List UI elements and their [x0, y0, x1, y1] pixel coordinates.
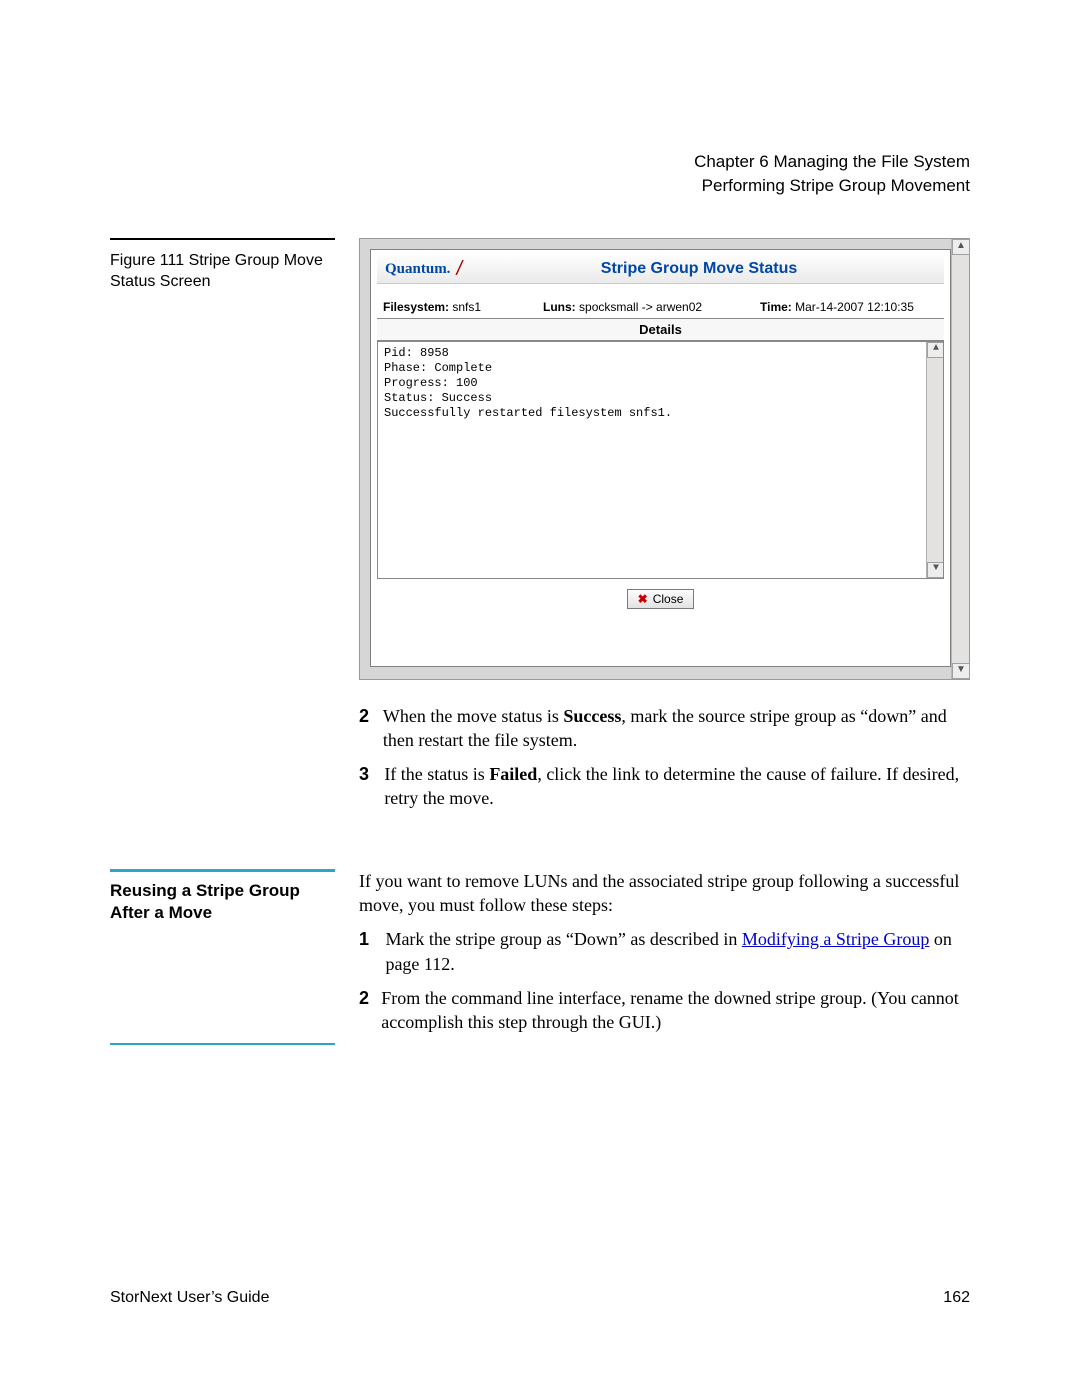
luns-label: Luns:: [543, 300, 576, 314]
chapter-section: Performing Stripe Group Movement: [110, 174, 970, 198]
dialog-panel: Quantum. / Stripe Group Move Status File…: [370, 249, 951, 667]
step-number: 2: [359, 704, 373, 753]
step-text: From the command line interface, rename …: [381, 986, 970, 1035]
footer-guide-name: StorNext User’s Guide: [110, 1289, 269, 1307]
filesystem-value: snfs1: [452, 300, 481, 314]
figure-followup-steps: 2 When the move status is Success, mark …: [359, 704, 970, 811]
info-row: Filesystem: snfs1 Luns: spocksmall -> ar…: [377, 296, 944, 319]
step-text: When the move status is Success, mark th…: [383, 704, 970, 753]
step-number: 3: [359, 762, 374, 811]
details-textarea[interactable]: Pid: 8958 Phase: Complete Progress: 100 …: [377, 341, 944, 579]
filesystem-label: Filesystem:: [383, 300, 449, 314]
footer-page-number: 162: [943, 1289, 970, 1307]
step-text: If the status is Failed, click the link …: [384, 762, 970, 811]
step-text-a: Mark the stripe group as “Down” as descr…: [385, 929, 741, 949]
details-scrollbar[interactable]: ▲ ▼: [926, 342, 943, 578]
page-footer: StorNext User’s Guide 162: [110, 1289, 970, 1307]
step-text: Mark the stripe group as “Down” as descr…: [385, 927, 970, 976]
step-number: 2: [359, 986, 371, 1035]
subsection-label-box: Reusing a Stripe Group After a Move: [110, 869, 335, 1045]
cross-reference-link[interactable]: Modifying a Stripe Group: [742, 929, 929, 949]
luns-cell: Luns: spocksmall -> arwen02: [537, 296, 754, 318]
step-text-pre: If the status is: [384, 764, 489, 784]
subsection: Reusing a Stripe Group After a Move If y…: [110, 869, 970, 1045]
dialog-title-bar: Quantum. / Stripe Group Move Status: [377, 256, 944, 284]
step-item: 2 When the move status is Success, mark …: [359, 704, 970, 753]
close-button[interactable]: ✖ Close: [627, 589, 695, 609]
details-text: Pid: 8958 Phase: Complete Progress: 100 …: [384, 346, 672, 420]
time-cell: Time: Mar-14-2007 12:10:35: [754, 296, 944, 318]
details-header: Details: [377, 319, 944, 341]
step-item: 1 Mark the stripe group as “Down” as des…: [359, 927, 970, 976]
screenshot-window: ▲ ▼ Quantum. / Stripe Group Move Status …: [359, 238, 970, 680]
scroll-down-icon[interactable]: ▼: [952, 663, 970, 679]
filesystem-cell: Filesystem: snfs1: [377, 296, 537, 318]
step-text-pre: When the move status is: [383, 706, 563, 726]
chapter-title: Chapter 6 Managing the File System: [110, 150, 970, 174]
chapter-header: Chapter 6 Managing the File System Perfo…: [110, 150, 970, 198]
subsection-intro: If you want to remove LUNs and the assoc…: [359, 869, 970, 918]
scroll-up-icon[interactable]: ▲: [952, 239, 970, 255]
subsection-title: Reusing a Stripe Group After a Move: [110, 880, 335, 924]
subsection-body: If you want to remove LUNs and the assoc…: [359, 869, 970, 1045]
luns-value: spocksmall -> arwen02: [579, 300, 702, 314]
dialog-title: Stripe Group Move Status: [462, 260, 936, 278]
step-number: 1: [359, 927, 375, 976]
step-text-bold: Failed: [489, 764, 537, 784]
step-item: 2 From the command line interface, renam…: [359, 986, 970, 1035]
scroll-down-icon[interactable]: ▼: [927, 562, 944, 578]
brand-logo: Quantum.: [385, 261, 450, 278]
step-item: 3 If the status is Failed, click the lin…: [359, 762, 970, 811]
close-icon: ✖: [638, 592, 648, 606]
outer-scrollbar[interactable]: ▲ ▼: [951, 239, 969, 679]
time-value: Mar-14-2007 12:10:35: [795, 300, 914, 314]
dialog-button-row: ✖ Close: [377, 579, 944, 611]
document-page: Chapter 6 Managing the File System Perfo…: [0, 0, 1080, 1397]
scroll-up-icon[interactable]: ▲: [927, 342, 944, 358]
figure-caption: Figure 111 Stripe Group Move Status Scre…: [110, 250, 335, 293]
time-label: Time:: [760, 300, 792, 314]
close-button-label: Close: [653, 592, 684, 606]
step-text-bold: Success: [563, 706, 621, 726]
